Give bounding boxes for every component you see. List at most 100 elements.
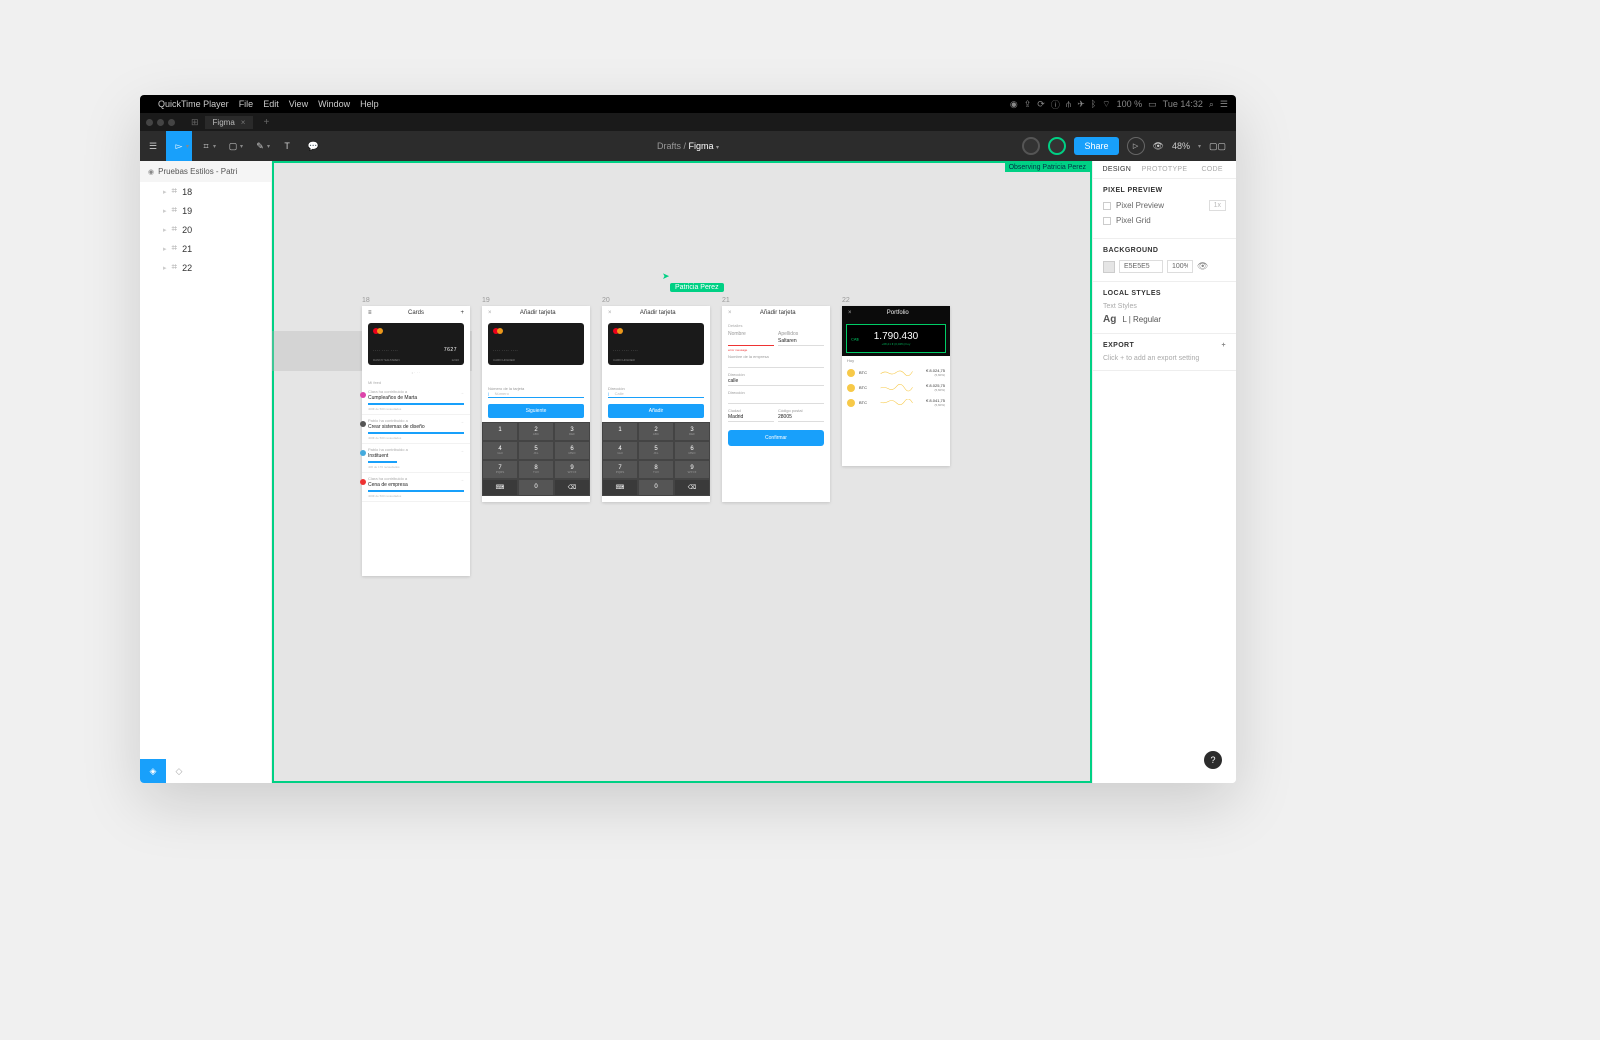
tab-close-icon[interactable]: × [241,118,246,127]
mac-menubar: QuickTime Player File Edit View Window H… [140,95,1236,113]
preview-scale-dropdown[interactable]: 1x [1209,200,1226,211]
layers-panel: Pruebas Estilos - Patri ▸⌗18 ▸⌗19 ▸⌗20 ▸… [140,161,272,783]
add-export-icon[interactable]: + [1222,342,1227,349]
card-number-field: Número de la tarjeta| Número [482,384,590,400]
feed-item: →Pablo ha contribuido aCrear sistemas de… [362,415,470,444]
pixel-preview-checkbox[interactable] [1103,202,1111,210]
status-plane-icon: ✈ [1077,99,1085,110]
breadcrumb-parent: Drafts [657,141,681,151]
close-icon: × [488,310,492,316]
bg-color-swatch[interactable] [1103,261,1115,273]
breadcrumb[interactable]: Drafts / Figma ▾ [657,141,719,151]
status-bluetooth-icon: ᛒ [1091,99,1096,109]
text-tool[interactable]: T [274,131,300,161]
user-avatar-self[interactable] [1022,137,1040,155]
address-field: Dirección| Calle [602,384,710,400]
status-menu-icon[interactable]: ☰ [1220,99,1228,110]
bg-opacity-input[interactable] [1167,260,1193,273]
menu-view[interactable]: View [289,99,308,109]
export-hint: Click + to add an export setting [1103,355,1226,362]
collaborator-cursor-icon: ➤ [662,271,670,282]
app-window: QuickTime Player File Edit View Window H… [140,95,1236,783]
frame-label: 18 [362,297,470,304]
view-settings-icon[interactable]: 👁 [1153,141,1164,152]
visibility-toggle-icon[interactable]: 👁 [1197,261,1208,272]
credit-card: ···· ···· ···· 7627 DANNY SALTAREN 12/20 [368,323,464,365]
tab-design[interactable]: DESIGN [1093,161,1141,178]
status-record-icon: ◉ [1010,99,1018,110]
feed-item: →Pablo ha contribuido aInstituent40€ de … [362,444,470,473]
tab-new-icon[interactable]: + [263,117,269,128]
tab-grid-icon[interactable]: ⊞ [191,117,199,128]
library-icon[interactable]: ▢▢ [1209,141,1226,152]
layer-frame-21[interactable]: ▸⌗21 [140,239,271,258]
numeric-keypad: 12ABC3DEF 4GHI5JKL6MNO 7PQRS8TUV9WXYZ ⌨0… [602,422,710,496]
close-icon: × [848,310,852,316]
frame-22[interactable]: 22 ×Portfolio CA$ 1.790.430 +68,21 € (0,… [842,297,950,576]
pixel-grid-checkbox[interactable] [1103,217,1111,225]
status-search-icon[interactable]: ⌕ [1209,99,1214,110]
section-background: BACKGROUND [1103,247,1226,254]
user-avatar-collaborator[interactable] [1048,137,1066,155]
text-styles-label: Text Styles [1103,303,1226,310]
assets-tab-icon[interactable]: ◇ [166,759,192,783]
canvas[interactable]: Observing Patricia Perez ➤ Patricia Pere… [272,161,1092,783]
tab-code[interactable]: CODE [1188,161,1236,178]
share-button[interactable]: Share [1074,137,1118,155]
coin-icon [847,369,855,377]
section-export: EXPORT+ [1103,342,1226,349]
status-info-icon: ⓘ [1051,98,1060,111]
layer-frame-20[interactable]: ▸⌗20 [140,220,271,239]
browser-tab[interactable]: Figma × [205,116,254,129]
add-button: Añadir [608,404,704,418]
collaborator-cursor-label: Patricia Perez [670,283,724,292]
present-button[interactable]: ▷ [1127,137,1145,155]
plus-icon: + [460,310,464,316]
menu-button[interactable]: ☰ [140,131,166,161]
frame-20[interactable]: 20 ×Añadir tarjeta ···· ···· ····CARD HO… [602,297,710,576]
tab-prototype[interactable]: PROTOTYPE [1141,161,1189,178]
coin-icon [847,384,855,392]
mastercard-icon [373,328,383,334]
screen-title: Cards [408,310,424,316]
help-button[interactable]: ? [1204,751,1222,769]
observing-badge: Observing Patricia Perez [1005,163,1090,172]
menu-edit[interactable]: Edit [263,99,279,109]
app-name[interactable]: QuickTime Player [158,99,229,109]
credit-card: ···· ···· ····CARD HOLDER [608,323,704,365]
status-battery-icon: ▭ [1148,99,1157,110]
close-icon: × [608,310,612,316]
feed-header: Mi feed [362,377,470,386]
comment-tool[interactable]: 💬 [300,131,326,161]
feed-item: →Clara ha contribuido aCena de empresa40… [362,473,470,502]
portfolio-total: CA$ 1.790.430 +68,21 € (0,04%) hoy [846,324,946,353]
coin-row: BTC€ 8.024,75(5,60%) [842,365,950,380]
layers-tab-icon[interactable]: ◈ [140,759,166,783]
traffic-lights[interactable] [146,119,175,126]
layer-frame-22[interactable]: ▸⌗22 [140,258,271,277]
hamburger-icon: ≡ [368,310,372,316]
menu-file[interactable]: File [239,99,254,109]
coin-row: BTC€ 8.025,75(5,60%) [842,380,950,395]
zoom-level[interactable]: 48% [1172,141,1190,151]
layer-frame-19[interactable]: ▸⌗19 [140,201,271,220]
text-style-item[interactable]: AgL | Regular [1103,314,1226,325]
layer-frame-18[interactable]: ▸⌗18 [140,182,271,201]
frame-19[interactable]: 19 ×Añadir tarjeta ···· ···· ····CARD HO… [482,297,590,576]
bg-hex-input[interactable] [1119,260,1163,273]
credit-card: ···· ···· ····CARD HOLDER [488,323,584,365]
status-chart-icon: ⫛ [1066,99,1071,110]
feed-item: →Clara ha contribuido aCumpleaños de Mar… [362,386,470,415]
frame-21[interactable]: 21 ×Añadir tarjeta Detalles Nombre Apell… [722,297,830,576]
page-selector[interactable]: Pruebas Estilos - Patri [140,161,271,182]
next-button: Siguiente [488,404,584,418]
menu-help[interactable]: Help [360,99,379,109]
section-local-styles: LOCAL STYLES [1103,290,1226,297]
tab-label: Figma [213,118,235,127]
inspector-panel: DESIGN PROTOTYPE CODE PIXEL PREVIEW Pixe… [1092,161,1236,783]
coin-icon [847,399,855,407]
status-clock: Tue 14:32 [1163,99,1203,109]
status-dropbox-icon: ⇪ [1024,99,1032,110]
menu-window[interactable]: Window [318,99,350,109]
frame-18[interactable]: 18 ≡ Cards + ···· ···· ···· 7627 DANNY SAL… [362,297,470,576]
